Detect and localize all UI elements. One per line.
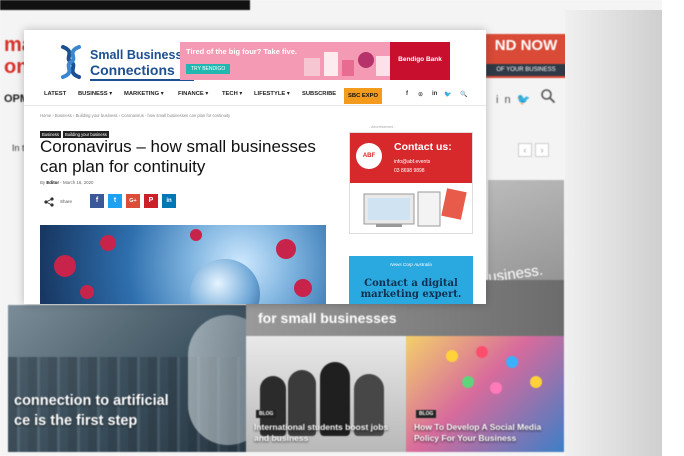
- abf-logo: ABF: [356, 143, 382, 169]
- nav-latest[interactable]: LATEST: [44, 91, 66, 97]
- tile-ai-caption[interactable]: connection to artificial ce is the first…: [14, 391, 169, 431]
- right-edge-margin: [662, 0, 684, 456]
- linkedin-icon[interactable]: in: [432, 91, 437, 97]
- virus-particle: [276, 239, 296, 259]
- share-linkedin-button[interactable]: in: [162, 194, 176, 208]
- chevron-right-icon[interactable]: ›: [535, 143, 549, 157]
- nav-subscribe[interactable]: SUBSCRIBE: [302, 91, 336, 97]
- emoji-icon: [490, 382, 502, 394]
- emoji-icon: [506, 356, 518, 368]
- share-pinterest-button[interactable]: P: [144, 194, 158, 208]
- silhouette-head-image: [188, 315, 246, 445]
- tile-small-businesses-caption[interactable]: for small businesses: [258, 310, 397, 326]
- search-icon[interactable]: [540, 88, 556, 104]
- bendigo-ad-banner[interactable]: Tired of the big four? Take five. TRY BE…: [180, 42, 450, 80]
- byline-prefix: By: [40, 180, 46, 185]
- article-title: Coronavirus – how small businesses can p…: [40, 137, 316, 176]
- chevron-left-icon[interactable]: ‹: [518, 143, 532, 157]
- banner-illustration: [304, 52, 390, 76]
- tile-social-media-policy[interactable]: BLOG How To Develop A Social Media Polic…: [406, 336, 564, 452]
- nav-marketing[interactable]: MARKETING ▾: [124, 91, 164, 97]
- byline-date: March 16, 2020: [62, 180, 94, 185]
- tile-artificial-intelligence[interactable]: connection to artificial ce is the first…: [8, 305, 246, 452]
- twitter-icon[interactable]: 🐦: [444, 91, 451, 98]
- virus-particle: [294, 279, 312, 297]
- share-facebook-button[interactable]: f: [90, 194, 104, 208]
- background-social-icons: in🐦: [496, 93, 536, 106]
- advertisement-label: - Advertisement -: [369, 125, 396, 129]
- emoji-icon: [462, 376, 474, 388]
- newscorp-headline: Contact a digital marketing expert.: [360, 278, 462, 300]
- background-gray-strip: [565, 10, 662, 456]
- article-byline: By Editor - March 16, 2020: [40, 180, 93, 185]
- tile-international-caption[interactable]: International students boost jobs and bu…: [254, 422, 394, 444]
- main-navigation: LATEST BUSINESS ▾ MARKETING ▾ FINANCE ▾ …: [44, 88, 474, 104]
- facebook-icon[interactable]: f: [406, 91, 408, 97]
- virus-particle: [54, 255, 76, 277]
- logo-line2: Connections: [90, 62, 175, 78]
- contact-phone[interactable]: 03 8698 9898: [394, 168, 425, 174]
- site-logo[interactable]: Small Business Connections: [58, 42, 194, 82]
- nav-tech[interactable]: TECH ▾: [222, 91, 242, 97]
- background-top-bar: [0, 0, 250, 10]
- contact-email[interactable]: info@abf.events: [394, 159, 430, 165]
- newscorp-ad[interactable]: News Corp Australia Contact a digital ma…: [349, 256, 473, 304]
- tile-social-caption[interactable]: How To Develop A Social Media Policy For…: [414, 422, 554, 444]
- background-ad-subline: OF YOUR BUSINESS: [486, 64, 566, 76]
- share-google-button[interactable]: G+: [126, 194, 140, 208]
- linkedin-icon[interactable]: in: [496, 94, 517, 106]
- share-twitter-button[interactable]: t: [108, 194, 122, 208]
- newscorp-brand: News Corp Australia: [390, 262, 432, 267]
- emoji-icon: [476, 346, 488, 358]
- contact-heading: Contact us:: [394, 141, 452, 153]
- logo-mark-icon: [61, 45, 81, 79]
- virus-particle: [80, 285, 94, 299]
- logo-line1: Small Business: [90, 48, 183, 62]
- abf-ad-header: ABF Contact us: info@abf.events 03 8698 …: [350, 133, 472, 183]
- blog-badge: BLOG: [416, 410, 437, 418]
- breadcrumb[interactable]: Home › Business › Building your business…: [40, 113, 230, 118]
- byline-author[interactable]: Editor: [46, 180, 59, 185]
- twitter-icon[interactable]: 🐦: [517, 94, 537, 106]
- background-section-text: In t: [12, 143, 25, 153]
- blog-badge: BLOG: [256, 410, 277, 418]
- tile-ai-caption-line1: connection to artificial: [14, 393, 169, 409]
- article-page-card: Small Business Connections Tired of the …: [24, 30, 486, 304]
- share-label: Share: [60, 199, 73, 204]
- banner-headline: Tired of the big four? Take five.: [186, 47, 297, 56]
- background-carousel-arrows: ‹ ›: [518, 140, 552, 158]
- tile-international-students[interactable]: BLOG International students boost jobs a…: [246, 336, 406, 452]
- emoji-icon: [446, 350, 458, 362]
- banner-button[interactable]: TRY BENDIGO: [186, 64, 231, 74]
- instagram-icon[interactable]: ⊙: [418, 91, 423, 98]
- background-ad-banner[interactable]: ND NOW OF YOUR BUSINESS: [486, 34, 566, 78]
- abf-contact-ad[interactable]: ABF Contact us: info@abf.events 03 8698 …: [349, 132, 473, 234]
- nav-divider: [24, 105, 486, 106]
- share-icon: [44, 197, 54, 207]
- background-logo-fragment: ma on: [4, 34, 33, 78]
- devices-illustration: [363, 188, 467, 227]
- nav-sbc-expo[interactable]: SBC EXPO: [344, 88, 382, 104]
- nav-lifestyle[interactable]: LIFESTYLE ▾: [254, 91, 290, 97]
- globe-image: [190, 259, 260, 304]
- nav-finance[interactable]: FINANCE ▾: [178, 91, 208, 97]
- logo-underline: [90, 79, 194, 81]
- nav-business[interactable]: BUSINESS ▾: [78, 91, 112, 97]
- virus-particle: [190, 229, 202, 241]
- tile-ai-caption-line2: ce is the first step: [14, 413, 138, 429]
- article-hero-image: [40, 225, 326, 304]
- emoji-icon: [530, 376, 542, 388]
- background-ad-headline: ND NOW: [494, 37, 558, 54]
- virus-particle: [100, 235, 116, 251]
- search-icon[interactable]: 🔍: [460, 91, 467, 98]
- bendigo-bank-logo[interactable]: Bendigo Bank: [390, 42, 450, 80]
